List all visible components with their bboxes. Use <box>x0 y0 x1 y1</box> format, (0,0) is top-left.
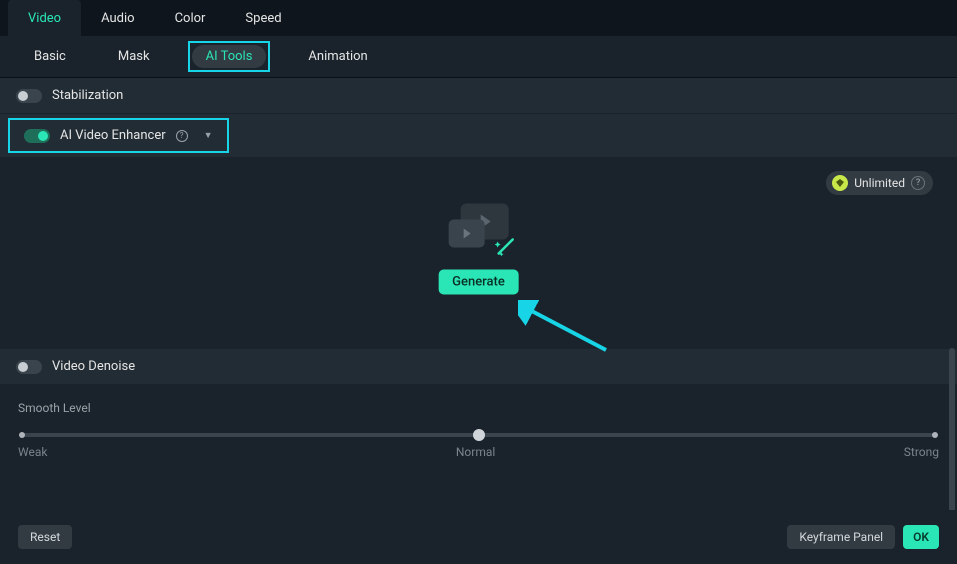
label-video-denoise: Video Denoise <box>52 359 135 374</box>
generate-button[interactable]: Generate <box>438 270 519 295</box>
top-tab-bar: Video Audio Color Speed <box>0 0 957 36</box>
tab-audio[interactable]: Audio <box>81 0 154 36</box>
subtab-mask[interactable]: Mask <box>104 45 164 68</box>
tab-speed[interactable]: Speed <box>225 0 301 36</box>
scrollbar[interactable] <box>949 348 955 512</box>
sub-tab-bar: Basic Mask AI Tools Animation <box>0 36 957 78</box>
label-unlimited: Unlimited <box>854 176 905 190</box>
smooth-slider[interactable] <box>22 433 935 437</box>
row-stabilization: Stabilization <box>0 78 957 113</box>
toggle-ai-enhancer[interactable] <box>24 129 50 143</box>
label-weak: Weak <box>18 445 47 459</box>
enhancer-area: Unlimited ? Generate <box>0 157 957 349</box>
tab-color[interactable]: Color <box>155 0 226 36</box>
toggle-stabilization[interactable] <box>16 89 42 103</box>
label-stabilization: Stabilization <box>52 88 123 103</box>
slider-labels: Weak Normal Strong <box>18 445 939 459</box>
subtab-ai-tools[interactable]: AI Tools <box>192 45 267 68</box>
chevron-down-icon[interactable]: ▼ <box>198 130 213 141</box>
smooth-level-block: Smooth Level Weak Normal Strong <box>0 385 957 479</box>
label-normal: Normal <box>456 445 495 459</box>
keyframe-panel-button[interactable]: Keyframe Panel <box>787 525 895 549</box>
label-smooth-level: Smooth Level <box>18 401 939 415</box>
highlight-box-aitools: AI Tools <box>188 41 271 72</box>
subtab-animation[interactable]: Animation <box>294 45 381 68</box>
label-strong: Strong <box>904 445 939 459</box>
diamond-icon <box>832 175 848 191</box>
help-icon[interactable]: ? <box>176 130 188 142</box>
label-ai-enhancer: AI Video Enhancer <box>60 128 166 143</box>
subtab-basic[interactable]: Basic <box>20 45 80 68</box>
highlight-box-enhancer: AI Video Enhancer ? ▼ <box>8 118 229 153</box>
row-ai-enhancer-container: AI Video Enhancer ? ▼ <box>0 114 957 157</box>
generate-center: Generate <box>438 204 519 295</box>
toggle-video-denoise[interactable] <box>16 360 42 374</box>
magic-wand-icon <box>493 234 519 260</box>
badge-unlimited[interactable]: Unlimited ? <box>826 171 933 195</box>
video-editor-panel: Video Audio Color Speed Basic Mask AI To… <box>0 0 957 564</box>
row-video-denoise: Video Denoise <box>0 349 957 384</box>
slider-handle[interactable] <box>473 429 485 441</box>
reset-button[interactable]: Reset <box>18 525 72 549</box>
ok-button[interactable]: OK <box>903 525 939 549</box>
content-area: Stabilization AI Video Enhancer ? ▼ Unli… <box>0 78 957 564</box>
footer-bar: Reset Keyframe Panel OK <box>0 510 957 564</box>
help-icon-unlimited[interactable]: ? <box>911 176 925 190</box>
video-thumb-icon <box>449 204 509 254</box>
tab-video[interactable]: Video <box>8 0 81 36</box>
